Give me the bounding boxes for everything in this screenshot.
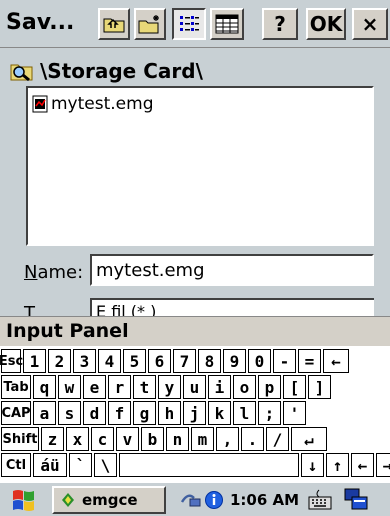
key-6[interactable]: 6	[148, 349, 171, 373]
file-name: mytest.emg	[51, 94, 154, 114]
key-4[interactable]: 4	[98, 349, 121, 373]
key-n[interactable]: n	[166, 427, 189, 451]
key-i[interactable]: i	[208, 375, 231, 399]
details-view-button[interactable]	[210, 8, 244, 40]
start-button[interactable]	[4, 486, 44, 514]
key-2[interactable]: 2	[48, 349, 71, 373]
key-p[interactable]: p	[258, 375, 281, 399]
key-esc[interactable]: Esc	[0, 349, 23, 373]
window-title: Sav...	[6, 10, 75, 35]
key-3[interactable]: 3	[73, 349, 96, 373]
key-lbracket[interactable]: [	[283, 375, 306, 399]
key-h[interactable]: h	[158, 401, 181, 425]
help-button[interactable]: ?	[262, 8, 298, 40]
key-intl[interactable]: áü	[33, 453, 67, 477]
list-view-icon	[180, 16, 199, 31]
system-tray: 1:06 AM	[178, 486, 388, 514]
key-equals[interactable]: =	[298, 349, 321, 373]
key-z[interactable]: z	[41, 427, 64, 451]
location-bar: \Storage Card\	[10, 58, 203, 84]
key-arrow-down[interactable]: ↓	[301, 453, 324, 477]
key-1[interactable]: 1	[23, 349, 46, 373]
key-5[interactable]: 5	[123, 349, 146, 373]
screen: Sav... ? OK × \Storage Card\ mytest.emg …	[0, 0, 390, 516]
task-label: emgce	[82, 491, 138, 509]
list-view-button[interactable]	[172, 8, 206, 40]
keyboard-icon[interactable]	[307, 488, 333, 512]
key-7[interactable]: 7	[173, 349, 196, 373]
key-q[interactable]: q	[33, 375, 56, 399]
key-arrow-right[interactable]: →	[376, 453, 390, 477]
key-v[interactable]: v	[116, 427, 139, 451]
close-button[interactable]: ×	[352, 8, 388, 40]
folder-search-icon	[10, 64, 33, 82]
key-b[interactable]: b	[141, 427, 164, 451]
key-r[interactable]: r	[108, 375, 131, 399]
key-g[interactable]: g	[133, 401, 156, 425]
key-ctrl[interactable]: Ctl	[1, 453, 31, 477]
key-backslash[interactable]: \	[94, 453, 117, 477]
key-0[interactable]: 0	[248, 349, 271, 373]
key-m[interactable]: m	[191, 427, 214, 451]
key-d[interactable]: d	[83, 401, 106, 425]
app-icon	[62, 493, 74, 507]
key-arrow-up[interactable]: ↑	[326, 453, 349, 477]
soft-keyboard: Esc 1 2 3 4 5 6 7 8 9 0- = ← Tab q w e r t y u i o p[] CAP a s d f g h…	[0, 346, 390, 481]
name-label: Name:	[24, 262, 84, 283]
key-j[interactable]: j	[183, 401, 206, 425]
windows-logo-icon	[13, 490, 34, 511]
key-semicolon[interactable]: ;	[258, 401, 281, 425]
key-u[interactable]: u	[183, 375, 206, 399]
key-f[interactable]: f	[108, 401, 131, 425]
up-folder-icon	[103, 18, 125, 33]
key-enter[interactable]: ↵	[291, 427, 327, 451]
file-list[interactable]: mytest.emg	[26, 86, 374, 246]
location-path: \Storage Card\	[40, 59, 203, 83]
key-9[interactable]: 9	[223, 349, 246, 373]
key-s[interactable]: s	[58, 401, 81, 425]
key-k[interactable]: k	[208, 401, 231, 425]
key-minus[interactable]: -	[273, 349, 296, 373]
new-folder-button[interactable]	[134, 8, 166, 40]
up-folder-button[interactable]	[98, 8, 130, 40]
key-t[interactable]: t	[133, 375, 156, 399]
name-field[interactable]: mytest.emg	[90, 254, 374, 286]
key-caps-lock[interactable]: CAP	[1, 401, 31, 425]
key-backspace[interactable]: ←	[323, 349, 349, 373]
key-backtick[interactable]: `	[69, 453, 92, 477]
key-backspace[interactable]: ←	[351, 453, 374, 477]
key-space[interactable]	[119, 453, 299, 477]
key-quote[interactable]: '	[283, 401, 306, 425]
connectivity-icon[interactable]	[180, 490, 202, 510]
key-o[interactable]: o	[233, 375, 256, 399]
emg-file-icon	[32, 95, 48, 113]
key-8[interactable]: 8	[198, 349, 221, 373]
key-rbracket[interactable]: ]	[308, 375, 331, 399]
key-l[interactable]: l	[233, 401, 256, 425]
key-a[interactable]: a	[33, 401, 56, 425]
key-period[interactable]: .	[241, 427, 264, 451]
details-view-icon	[215, 14, 239, 34]
desktop-icon[interactable]	[343, 487, 369, 513]
key-e[interactable]: e	[83, 375, 106, 399]
key-x[interactable]: x	[66, 427, 89, 451]
info-icon[interactable]	[204, 490, 224, 510]
title-bar: Sav... ? OK ×	[0, 0, 390, 48]
taskbar: emgce 1:06 AM	[0, 481, 390, 516]
key-shift[interactable]: Shift	[1, 427, 39, 451]
key-slash[interactable]: /	[266, 427, 289, 451]
clock[interactable]: 1:06 AM	[230, 491, 299, 509]
input-panel-title: Input Panel	[0, 316, 390, 346]
list-item[interactable]: mytest.emg	[32, 94, 153, 114]
key-c[interactable]: c	[91, 427, 114, 451]
key-tab[interactable]: Tab	[1, 375, 31, 399]
key-comma[interactable]: ,	[216, 427, 239, 451]
ok-button[interactable]: OK	[306, 8, 346, 40]
key-y[interactable]: y	[158, 375, 181, 399]
new-folder-icon	[138, 15, 159, 34]
key-w[interactable]: w	[58, 375, 81, 399]
task-emgce-button[interactable]: emgce	[52, 486, 166, 514]
